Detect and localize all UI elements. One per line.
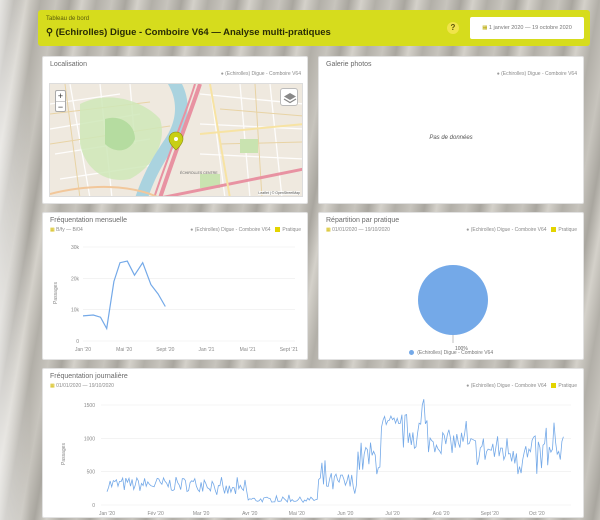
- page-title-text: (Echirolles) Digue - Comboire V64 — Anal…: [55, 27, 331, 38]
- x-tick-label: Sept '20: [481, 511, 499, 517]
- map-attribution[interactable]: Leaflet | © OpenStreetMap: [258, 191, 300, 195]
- dashboard: Tableau de bord ⚲ (Echirolles) Digue - C…: [38, 10, 590, 520]
- repartition-legend[interactable]: Pratique: [558, 227, 577, 233]
- x-tick-label: Jan '20: [99, 511, 115, 517]
- map-layers-button[interactable]: [280, 88, 298, 106]
- calendar-icon: ▦: [326, 227, 331, 233]
- repartition-chart: 100%: [418, 265, 488, 352]
- gallery-panel: Galerie photos ● (Echirolles) Digue - Co…: [318, 56, 584, 204]
- y-tick-label: 500: [87, 470, 96, 476]
- calendar-icon: ▦: [50, 383, 55, 389]
- date-range-text: 1 janvier 2020 — 19 octobre 2020: [488, 25, 572, 31]
- y-axis-label: Passages: [53, 282, 59, 304]
- daily-series-line: [106, 399, 564, 503]
- y-tick-label: 1500: [84, 403, 95, 409]
- monthly-chart: 0 10k 20k 30k Jan '20 Mai '20 Sept '20 Jan '21 M…: [53, 245, 298, 353]
- legend-square: [550, 383, 556, 389]
- legend-square: [274, 227, 280, 233]
- legend-dot: [408, 350, 414, 356]
- location-pin-icon: ●: [466, 227, 470, 233]
- monthly-legend[interactable]: Pratique: [282, 227, 301, 233]
- gallery-title: Galerie photos: [326, 61, 372, 68]
- y-tick-label: 0: [76, 339, 79, 345]
- layers-icon: [283, 93, 297, 104]
- location-pin-icon: ⚲: [46, 27, 53, 38]
- zoom-out-button[interactable]: −: [56, 101, 65, 112]
- location-pin-icon: ●: [466, 383, 470, 389]
- x-tick-label: Sept '21: [280, 347, 298, 353]
- repartition-date: ▦ 01/01/2020 — 19/10/2020: [326, 227, 390, 233]
- calendar-icon: ▦: [482, 25, 488, 31]
- x-tick-label: Oct '20: [529, 511, 545, 517]
- location-pin-icon: ●: [220, 71, 224, 77]
- map[interactable]: ÉCHIROLLES CENTRE + − Leaflet | © OpenSt…: [49, 83, 303, 197]
- x-tick-label: Sept '20: [156, 347, 174, 353]
- monthly-series-line: [82, 260, 166, 331]
- x-tick-label: Mar '20: [193, 511, 210, 517]
- help-button[interactable]: ?: [447, 22, 459, 34]
- zoom-in-button[interactable]: +: [56, 91, 65, 101]
- x-tick-label: Mai '20: [116, 347, 132, 353]
- legend-square: [550, 227, 556, 233]
- repartition-meta: ● (Echirolles) Digue - Comboire V64 Prat…: [466, 227, 577, 233]
- calendar-icon: ▦: [50, 227, 55, 233]
- monthly-title: Fréquentation mensuelle: [50, 217, 128, 224]
- x-tick-label: Jan '20: [75, 347, 91, 353]
- daily-chart: 0 500 1000 1500 Passages Jan '20 Fév '20 Mar '2…: [61, 399, 571, 517]
- header-eyebrow: Tableau de bord: [46, 16, 90, 22]
- x-tick-label: Jun '20: [337, 511, 353, 517]
- x-tick-label: Mai '20: [289, 511, 305, 517]
- x-tick-label: Fév '20: [147, 511, 163, 517]
- dashboard-header: Tableau de bord ⚲ (Echirolles) Digue - C…: [38, 10, 590, 46]
- repartition-title: Répartition par pratique: [326, 217, 400, 224]
- monthly-meta: ● (Echirolles) Digue - Comboire V64 Prat…: [190, 227, 301, 233]
- daily-panel: Fréquentation journalière ▦ 01/01/2020 —…: [42, 368, 584, 518]
- y-tick-label: 0: [92, 503, 95, 509]
- localisation-site: ● (Echirolles) Digue - Comboire V64: [220, 71, 301, 77]
- x-tick-label: Aoû '20: [433, 511, 450, 517]
- y-tick-label: 20k: [71, 276, 80, 282]
- y-tick-label: 30k: [71, 245, 80, 251]
- x-tick-label: Mai '21: [240, 347, 256, 353]
- y-axis-label: Passages: [61, 443, 67, 465]
- gallery-site: ● (Echirolles) Digue - Comboire V64: [496, 71, 577, 77]
- monthly-date: ▦ B/fy — B/04: [50, 227, 83, 233]
- daily-title: Fréquentation journalière: [50, 373, 128, 380]
- map-tiles: ÉCHIROLLES CENTRE: [50, 84, 302, 196]
- gallery-empty-message: Pas de données: [429, 135, 473, 141]
- monthly-panel: Fréquentation mensuelle ▦ B/fy — B/04 ● …: [42, 212, 308, 360]
- daily-meta: ● (Echirolles) Digue - Comboire V64 Prat…: [466, 383, 577, 389]
- localisation-title: Localisation: [50, 61, 87, 68]
- location-pin-icon: ●: [190, 227, 194, 233]
- map-label: ÉCHIROLLES CENTRE: [180, 170, 218, 175]
- repartition-panel: Répartition par pratique ▦ 01/01/2020 — …: [318, 212, 584, 360]
- y-tick-label: 10k: [71, 308, 80, 314]
- page-title: ⚲ (Echirolles) Digue - Comboire V64 — An…: [46, 27, 331, 38]
- x-tick-label: Avr '20: [242, 511, 258, 517]
- repartition-bottom-legend[interactable]: (Echirolles) Digue - Comboire V64: [319, 350, 583, 356]
- x-tick-label: Jul '20: [385, 511, 400, 517]
- date-range-picker[interactable]: ▦ 1 janvier 2020 — 19 octobre 2020: [470, 17, 584, 39]
- pie-slice[interactable]: [418, 265, 488, 335]
- localisation-panel: Localisation ● (Echirolles) Digue - Comb…: [42, 56, 308, 204]
- x-tick-label: Jan '21: [199, 347, 215, 353]
- map-zoom-control: + −: [55, 90, 66, 112]
- daily-date: ▦ 01/01/2020 — 19/10/2020: [50, 383, 114, 389]
- y-tick-label: 1000: [84, 436, 95, 442]
- daily-legend[interactable]: Pratique: [558, 383, 577, 389]
- location-pin-icon: ●: [496, 71, 500, 77]
